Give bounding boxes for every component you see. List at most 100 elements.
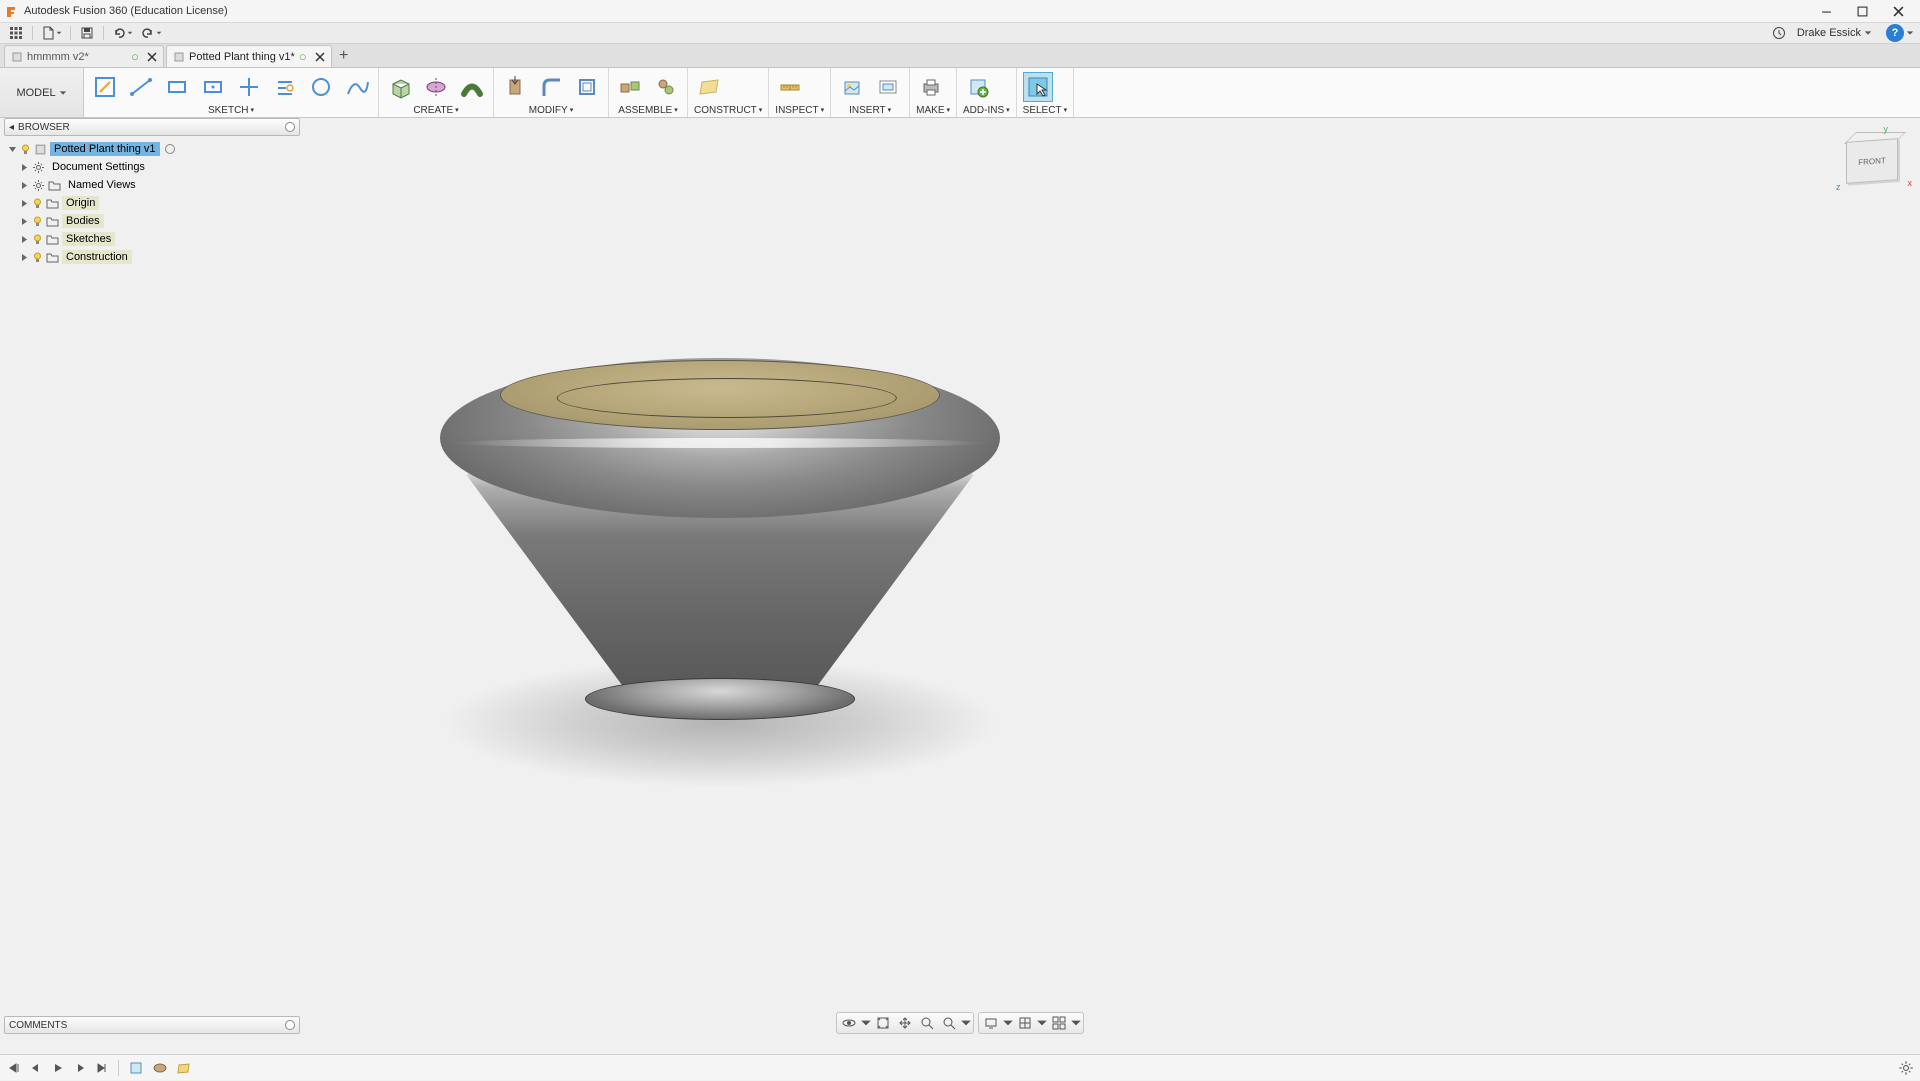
3d-print-button[interactable]: [916, 72, 946, 102]
document-tab-1[interactable]: Potted Plant thing v1* ○: [166, 45, 332, 67]
ribbon-label[interactable]: INSPECT▾: [775, 103, 824, 117]
expand-icon[interactable]: [20, 181, 29, 190]
measure-button[interactable]: [775, 72, 805, 102]
view-cube[interactable]: FRONT x y z: [1838, 126, 1908, 196]
addins-button[interactable]: [963, 72, 993, 102]
visibility-bulb-icon[interactable]: [32, 198, 43, 209]
tree-item[interactable]: Bodies: [6, 212, 300, 230]
display-dropdown[interactable]: [1002, 1014, 1014, 1032]
workspace-switcher[interactable]: MODEL: [0, 68, 84, 117]
timeline-next-button[interactable]: [72, 1060, 88, 1076]
save-button[interactable]: [77, 24, 97, 42]
insert-derive-button[interactable]: [837, 72, 867, 102]
viewport-canvas[interactable]: ◂ BROWSER Potted Plant thing v1 Document…: [0, 118, 1920, 1038]
visibility-bulb-icon[interactable]: [32, 252, 43, 263]
revolve-button[interactable]: [421, 72, 451, 102]
browser-collapse-icon[interactable]: ◂: [9, 122, 14, 133]
timeline-last-button[interactable]: [94, 1060, 110, 1076]
orbit-dropdown[interactable]: [860, 1014, 872, 1032]
visibility-bulb-icon[interactable]: [20, 144, 31, 155]
tab-close-button[interactable]: [147, 52, 157, 62]
job-status-button[interactable]: [1769, 24, 1789, 42]
window-close-button[interactable]: [1880, 0, 1916, 22]
display-settings-button[interactable]: [980, 1014, 1002, 1032]
tree-item[interactable]: Document Settings: [6, 158, 300, 176]
visibility-bulb-icon[interactable]: [32, 234, 43, 245]
pan-button[interactable]: [894, 1014, 916, 1032]
spline-tool-button[interactable]: [342, 72, 372, 102]
line-tool-button[interactable]: [126, 72, 156, 102]
circle-tool-button[interactable]: [306, 72, 336, 102]
view-cube-face[interactable]: FRONT: [1846, 138, 1898, 184]
ribbon-label[interactable]: ADD-INS▾: [963, 103, 1010, 117]
redo-button[interactable]: [139, 24, 164, 42]
browser-header[interactable]: ◂ BROWSER: [4, 118, 300, 136]
tree-item[interactable]: Named Views: [6, 176, 300, 194]
grid-settings-button[interactable]: [1014, 1014, 1036, 1032]
help-button[interactable]: ?: [1886, 24, 1904, 42]
tree-item[interactable]: Sketches: [6, 230, 300, 248]
expand-icon[interactable]: [20, 253, 29, 262]
ribbon-label[interactable]: SKETCH▾: [90, 103, 372, 117]
new-tab-button[interactable]: +: [334, 45, 354, 67]
timeline-play-button[interactable]: [50, 1060, 66, 1076]
center-rectangle-tool-button[interactable]: [198, 72, 228, 102]
timeline-feature-plane[interactable]: [175, 1059, 193, 1077]
ribbon-label[interactable]: SELECT▾: [1023, 103, 1067, 117]
timeline-settings-button[interactable]: [1898, 1060, 1914, 1076]
viewport-dropdown[interactable]: [1070, 1014, 1082, 1032]
comments-panel-header[interactable]: COMMENTS: [4, 1016, 300, 1034]
timeline-feature-sketch[interactable]: [127, 1059, 145, 1077]
file-menu-button[interactable]: [39, 24, 64, 42]
look-at-button[interactable]: [872, 1014, 894, 1032]
sweep-button[interactable]: [457, 72, 487, 102]
viewport-layout-button[interactable]: [1048, 1014, 1070, 1032]
ribbon-label[interactable]: CONSTRUCT▾: [694, 103, 762, 117]
rectangle-tool-button[interactable]: [162, 72, 192, 102]
window-maximize-button[interactable]: [1844, 0, 1880, 22]
ribbon-label[interactable]: MAKE▾: [916, 103, 950, 117]
tree-item[interactable]: Origin: [6, 194, 300, 212]
visibility-bulb-icon[interactable]: [32, 216, 43, 227]
browser-pin-button[interactable]: [285, 122, 295, 132]
ribbon-label[interactable]: ASSEMBLE▾: [615, 103, 681, 117]
insert-decal-button[interactable]: [873, 72, 903, 102]
as-built-joint-button[interactable]: [651, 72, 681, 102]
tab-close-button[interactable]: [315, 52, 325, 62]
select-button[interactable]: [1023, 72, 1053, 102]
zoom-button[interactable]: [916, 1014, 938, 1032]
tree-item[interactable]: Construction: [6, 248, 300, 266]
comments-pin-button[interactable]: [285, 1020, 295, 1030]
data-panel-button[interactable]: [6, 24, 26, 42]
user-menu[interactable]: Drake Essick: [1793, 27, 1876, 39]
expand-icon[interactable]: [20, 163, 29, 172]
expand-icon[interactable]: [8, 145, 17, 154]
construction-plane-button[interactable]: [694, 72, 724, 102]
extrude-button[interactable]: [385, 72, 415, 102]
undo-button[interactable]: [110, 24, 135, 42]
tree-root[interactable]: Potted Plant thing v1: [6, 140, 300, 158]
window-minimize-button[interactable]: [1808, 0, 1844, 22]
expand-icon[interactable]: [20, 217, 29, 226]
timeline-first-button[interactable]: [6, 1060, 22, 1076]
timeline-feature-revolve[interactable]: [151, 1059, 169, 1077]
ribbon-label[interactable]: INSERT▾: [837, 103, 903, 117]
joint-button[interactable]: [615, 72, 645, 102]
document-tab-0[interactable]: hmmmm v2* ○: [4, 45, 164, 67]
ribbon-label[interactable]: CREATE▾: [385, 103, 487, 117]
shell-button[interactable]: [572, 72, 602, 102]
create-sketch-button[interactable]: [90, 72, 120, 102]
fillet-button[interactable]: [536, 72, 566, 102]
activate-component-button[interactable]: [165, 144, 175, 154]
timeline-prev-button[interactable]: [28, 1060, 44, 1076]
ribbon-label[interactable]: MODIFY▾: [500, 103, 602, 117]
trim-tool-button[interactable]: [270, 72, 300, 102]
orbit-button[interactable]: [838, 1014, 860, 1032]
grid-dropdown[interactable]: [1036, 1014, 1048, 1032]
zoom-dropdown[interactable]: [960, 1014, 972, 1032]
fit-button[interactable]: [938, 1014, 960, 1032]
press-pull-button[interactable]: [500, 72, 530, 102]
expand-icon[interactable]: [20, 199, 29, 208]
expand-icon[interactable]: [20, 235, 29, 244]
point-tool-button[interactable]: [234, 72, 264, 102]
